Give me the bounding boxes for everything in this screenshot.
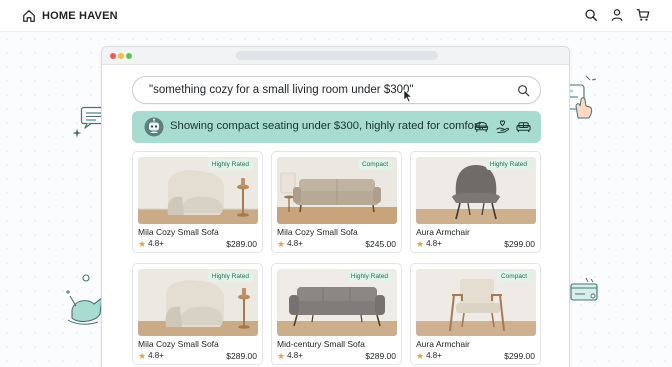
ai-summary-banner: Showing compact seating under $300, high… bbox=[132, 111, 541, 143]
star-icon: ★ bbox=[416, 350, 425, 361]
product-name[interactable]: Mid-century Small Sofa bbox=[277, 339, 365, 349]
rating-value: 4.8+ bbox=[287, 351, 303, 360]
rating-value: 4.8+ bbox=[426, 239, 442, 248]
browser-title-bar bbox=[102, 47, 569, 65]
product-badge: Highly Rated bbox=[485, 159, 531, 170]
product-price: $299.00 bbox=[504, 239, 535, 249]
armchair-icon bbox=[474, 122, 489, 133]
rating-value: 4.8+ bbox=[148, 351, 164, 360]
maximize-window-button[interactable] bbox=[126, 53, 132, 59]
product-rating: ★ 4.8+ bbox=[277, 239, 303, 248]
star-icon: ★ bbox=[138, 238, 147, 249]
product-price: $289.00 bbox=[226, 239, 257, 249]
credit-card-icon bbox=[570, 277, 598, 301]
product-name[interactable]: Aura Armchair bbox=[416, 339, 470, 349]
star-icon: ★ bbox=[416, 238, 425, 249]
product-rating: ★ 4.8+ bbox=[138, 351, 164, 360]
product-price: $299.00 bbox=[504, 351, 535, 361]
summary-text: Showing compact seating under $300, high… bbox=[170, 120, 484, 132]
product-rating: ★ 4.8+ bbox=[416, 351, 442, 360]
product-card[interactable]: Highly Rated Aura Armchair ★ 4.8+ $299.0… bbox=[410, 151, 541, 253]
mouse-cursor-icon bbox=[403, 89, 413, 103]
product-badge: Compact bbox=[496, 271, 531, 282]
site-header: HOME HAVEN bbox=[0, 0, 672, 32]
star-icon: ★ bbox=[138, 350, 147, 361]
product-badge: Compact bbox=[357, 159, 392, 170]
rating-value: 4.8+ bbox=[287, 239, 303, 248]
product-card[interactable]: Highly Rated Mid-century Small Sofa ★ 4.… bbox=[271, 263, 402, 365]
close-window-button[interactable] bbox=[110, 53, 116, 59]
product-price: $289.00 bbox=[226, 351, 257, 361]
sparkle-icon bbox=[72, 128, 82, 138]
product-rating: ★ 4.8+ bbox=[277, 351, 303, 360]
brand-logo[interactable]: HOME HAVEN bbox=[22, 8, 118, 24]
product-name[interactable]: Aura Armchair bbox=[416, 227, 470, 237]
address-bar[interactable] bbox=[236, 51, 438, 60]
search-input[interactable]: "something cozy for a small living room … bbox=[149, 84, 413, 96]
product-badge: Highly Rated bbox=[207, 159, 253, 170]
robot-assistant-icon bbox=[144, 117, 164, 137]
cart-icon[interactable] bbox=[636, 8, 650, 22]
sofa-icon bbox=[516, 122, 531, 133]
star-icon: ★ bbox=[277, 238, 286, 249]
minimize-window-button[interactable] bbox=[118, 53, 124, 59]
product-name[interactable]: Mila Cozy Small Sofa bbox=[138, 339, 219, 349]
product-rating: ★ 4.8+ bbox=[416, 239, 442, 248]
product-badge: Highly Rated bbox=[207, 271, 253, 282]
product-rating: ★ 4.8+ bbox=[138, 239, 164, 248]
product-card[interactable]: Compact Aura Armchair ★ 4.8+ $299.00 bbox=[410, 263, 541, 365]
product-price: $289.00 bbox=[365, 351, 396, 361]
product-card[interactable]: Highly Rated Mila Cozy Small Sofa ★ 4.8+… bbox=[132, 151, 263, 253]
search-bar[interactable]: "something cozy for a small living room … bbox=[132, 76, 541, 104]
product-name[interactable]: Mila Cozy Small Sofa bbox=[138, 227, 219, 237]
search-icon[interactable] bbox=[517, 84, 530, 97]
rating-value: 4.8+ bbox=[426, 351, 442, 360]
user-icon[interactable] bbox=[610, 8, 624, 22]
product-name[interactable]: Mila Cozy Small Sofa bbox=[277, 227, 358, 237]
product-card[interactable]: Highly Rated Mila Cozy Small Sofa ★ 4.8+… bbox=[132, 263, 263, 365]
product-card[interactable]: Compact Mila Cozy Small Sofa ★ 4.8+ $245… bbox=[271, 151, 402, 253]
hand-heart-icon bbox=[496, 120, 509, 134]
search-icon[interactable] bbox=[584, 8, 598, 22]
browser-window: "something cozy for a small living room … bbox=[101, 46, 570, 367]
star-icon: ★ bbox=[277, 350, 286, 361]
product-badge: Highly Rated bbox=[346, 271, 392, 282]
watering-can-illustration bbox=[66, 274, 103, 325]
product-price: $245.00 bbox=[365, 239, 396, 249]
home-icon bbox=[23, 10, 35, 22]
rating-value: 4.8+ bbox=[148, 239, 164, 248]
brand-name: HOME HAVEN bbox=[42, 10, 118, 22]
